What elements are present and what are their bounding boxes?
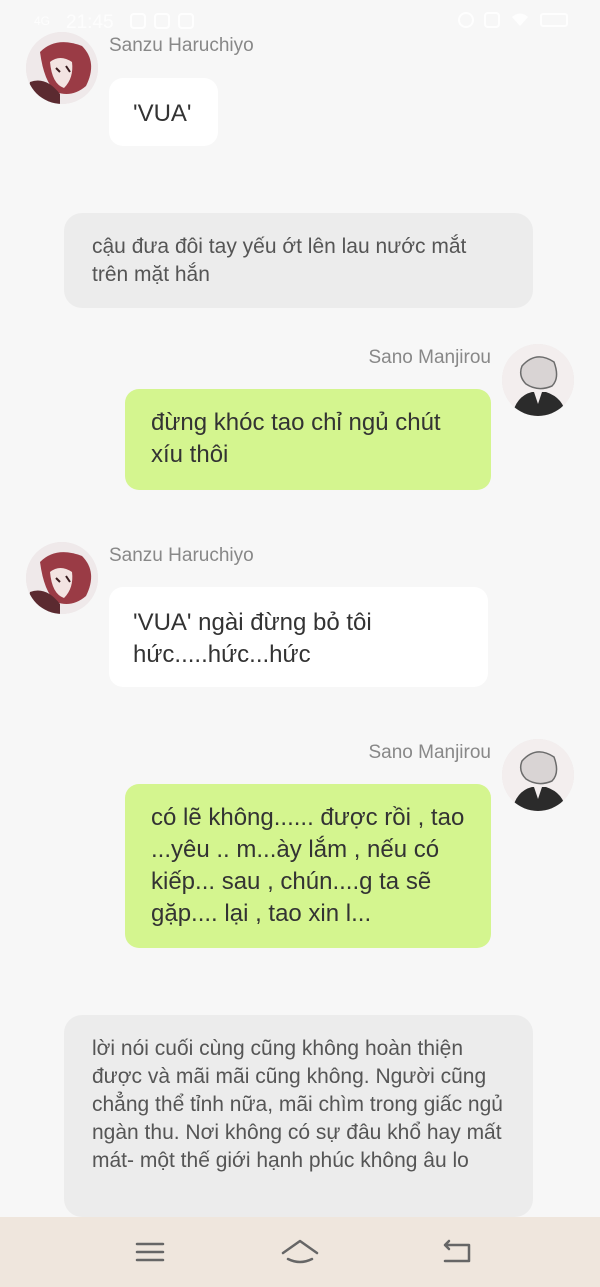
message-bubble[interactable]: có lẽ không...... được rồi , tao ...yêu … bbox=[125, 784, 491, 948]
avatar-image bbox=[502, 344, 574, 416]
avatar-sanzu[interactable] bbox=[26, 542, 98, 614]
chat-icon bbox=[178, 13, 194, 29]
message-bubble[interactable]: 'VUA' bbox=[109, 78, 218, 146]
avatar-sanzu[interactable] bbox=[26, 32, 98, 104]
message-bubble[interactable]: 'VUA' ngài đừng bỏ tôi hức.....hức...hức bbox=[109, 587, 488, 687]
avatar-sano[interactable] bbox=[502, 344, 574, 416]
status-time: 21:45 bbox=[66, 12, 114, 33]
status-bar: 4G 21:45 bbox=[0, 0, 600, 44]
avatar-image bbox=[502, 739, 574, 811]
sender-name: Sanzu Haruchiyo bbox=[109, 35, 254, 56]
avatar-image bbox=[26, 542, 98, 614]
battery-icon bbox=[540, 13, 568, 27]
sender-name: Sano Manjirou bbox=[368, 347, 491, 368]
system-icons bbox=[458, 12, 568, 28]
menu-button[interactable] bbox=[130, 1235, 170, 1269]
narration-bubble: cậu đưa đôi tay yếu ớt lên lau nước mắt … bbox=[64, 213, 533, 308]
alarm-icon bbox=[458, 12, 474, 28]
notification-icons bbox=[130, 13, 194, 29]
notification-icon bbox=[130, 13, 146, 29]
avatar-sano[interactable] bbox=[502, 739, 574, 811]
vibrate-icon bbox=[484, 12, 500, 28]
avatar-image bbox=[26, 32, 98, 104]
navigation-bar bbox=[0, 1217, 600, 1287]
back-icon bbox=[443, 1239, 471, 1263]
signal-indicator: 4G bbox=[34, 14, 51, 28]
back-button[interactable] bbox=[437, 1235, 477, 1269]
wifi-icon bbox=[512, 13, 528, 26]
sender-name: Sano Manjirou bbox=[368, 742, 491, 763]
message-bubble[interactable]: đừng khóc tao chỉ ngủ chút xíu thôi bbox=[125, 389, 491, 490]
message-icon bbox=[154, 13, 170, 29]
sender-name: Sanzu Haruchiyo bbox=[109, 545, 254, 566]
home-button[interactable] bbox=[280, 1235, 320, 1269]
home-icon bbox=[281, 1239, 319, 1264]
narration-bubble: lời nói cuối cùng cũng không hoàn thiện … bbox=[64, 1015, 533, 1217]
menu-icon bbox=[135, 1242, 165, 1262]
